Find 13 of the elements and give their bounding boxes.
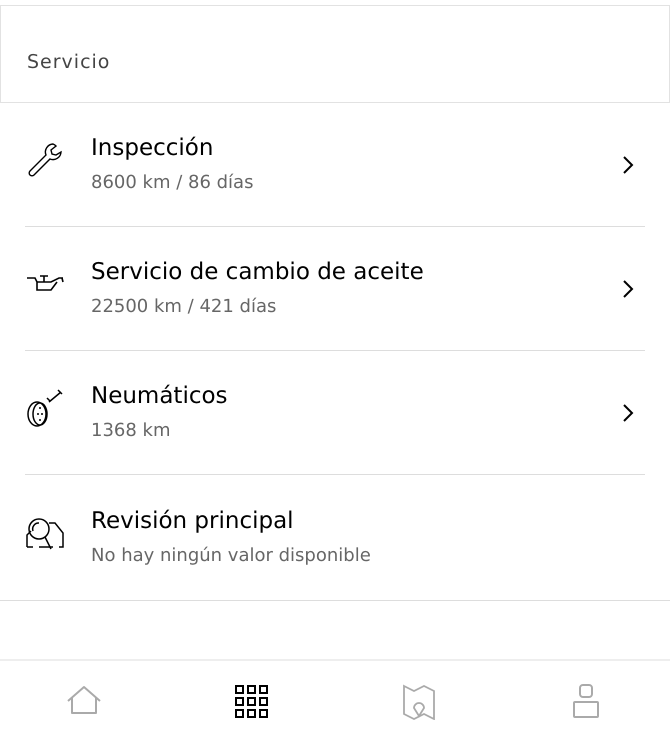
item-title: Servicio de cambio de aceite — [91, 258, 424, 287]
item-title: Neumáticos — [91, 382, 228, 411]
item-detail: 22500 km / 421 días — [91, 295, 278, 319]
item-title: Revisión principal — [91, 507, 295, 536]
section-title: Servicio — [27, 50, 110, 74]
service-item[interactable]: Neumáticos 1368 km — [25, 351, 645, 475]
item-detail: 8600 km / 86 días — [91, 171, 254, 195]
tyre-icon — [25, 388, 65, 428]
service-item[interactable]: Servicio de cambio de aceite 22500 km / 421 días — [25, 227, 645, 351]
item-detail: 1368 km — [91, 419, 172, 443]
item-detail: No hay ningún valor disponible — [91, 544, 371, 568]
service-item[interactable]: Inspección 8600 km / 86 días — [25, 103, 645, 227]
item-title: Inspección — [91, 134, 214, 163]
